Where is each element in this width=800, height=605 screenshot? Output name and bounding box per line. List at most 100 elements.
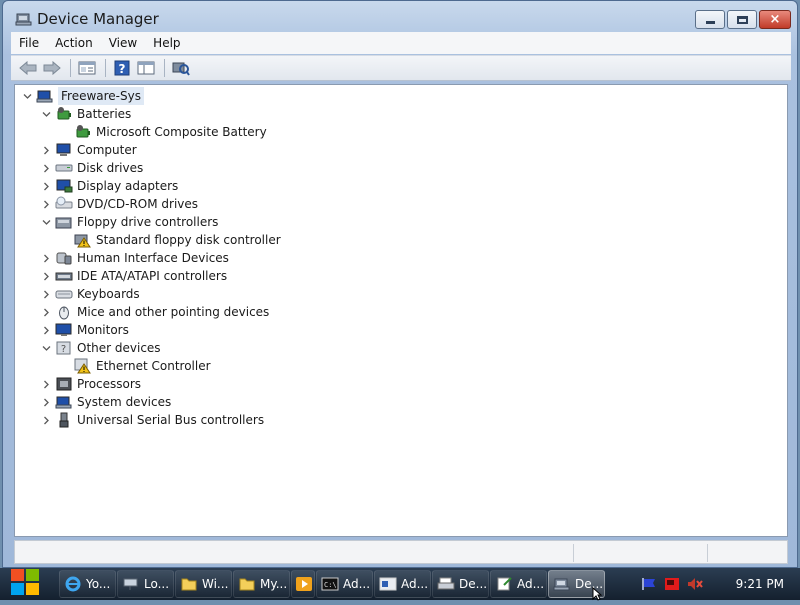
network-warning-icon[interactable]	[663, 576, 681, 592]
expand-chevron-icon[interactable]	[40, 393, 52, 411]
menu-file[interactable]: File	[11, 36, 47, 50]
menu-action[interactable]: Action	[47, 36, 101, 50]
volume-muted-icon[interactable]	[686, 576, 704, 592]
collapse-chevron-icon[interactable]	[40, 339, 52, 357]
expand-chevron-icon[interactable]	[40, 375, 52, 393]
help-icon[interactable]: ?	[111, 58, 133, 78]
taskbar-button[interactable]: My...	[233, 570, 290, 598]
floppy-controller-icon	[55, 214, 73, 230]
window-title: Device Manager	[37, 10, 159, 28]
start-button[interactable]	[0, 568, 50, 600]
taskbar-button[interactable]: Wi...	[175, 570, 232, 598]
collapse-chevron-icon[interactable]	[21, 87, 33, 105]
keyboard-icon	[55, 286, 73, 302]
taskbar: Yo... Lo... Wi... My... C:\ Ad... Ad... De... Ad…	[0, 568, 800, 600]
tree-item-label: Batteries	[77, 107, 132, 121]
toolbar-separator	[105, 59, 106, 77]
taskbar-button[interactable]: De...	[432, 570, 489, 598]
back-arrow-icon[interactable]	[17, 58, 39, 78]
tree-item-label: Monitors	[77, 323, 129, 337]
taskbar-button-label: Lo...	[144, 577, 170, 591]
media-player-icon	[295, 576, 313, 592]
disk-drive-icon	[55, 160, 73, 176]
tree-item-label: DVD/CD-ROM drives	[77, 197, 199, 211]
unknown-device-warning-icon	[74, 358, 92, 374]
taskbar-button[interactable]: C:\ Ad...	[316, 570, 373, 598]
expand-chevron-icon[interactable]	[40, 249, 52, 267]
tree-root[interactable]: Freeware-Sys	[21, 87, 144, 105]
expand-chevron-icon[interactable]	[40, 411, 52, 429]
expand-chevron-icon[interactable]	[40, 303, 52, 321]
tree-category[interactable]: Batteries	[40, 105, 131, 123]
tree-category[interactable]: Universal Serial Bus controllers	[40, 411, 264, 429]
taskbar-button[interactable]	[291, 570, 315, 598]
collapse-chevron-icon[interactable]	[40, 213, 52, 231]
taskbar-button[interactable]: Lo...	[117, 570, 174, 598]
status-pane	[707, 544, 708, 562]
tree-item-label: System devices	[77, 395, 172, 409]
flag-icon[interactable]	[640, 576, 658, 592]
expand-chevron-icon[interactable]	[40, 177, 52, 195]
tree-device[interactable]: Standard floppy disk controller	[59, 231, 281, 249]
menu-help[interactable]: Help	[145, 36, 188, 50]
forward-arrow-icon[interactable]	[41, 58, 63, 78]
tree-category[interactable]: Mice and other pointing devices	[40, 303, 269, 321]
mouse-icon	[55, 304, 73, 320]
minimize-button[interactable]	[695, 10, 725, 29]
tree-category[interactable]: DVD/CD-ROM drives	[40, 195, 198, 213]
expand-chevron-icon[interactable]	[40, 321, 52, 339]
device-manager-icon	[553, 576, 571, 592]
windows-logo-icon	[10, 568, 40, 600]
expand-chevron-icon[interactable]	[40, 141, 52, 159]
hid-icon	[55, 250, 73, 266]
taskbar-button-label: Yo...	[86, 577, 111, 591]
tree-device[interactable]: Microsoft Composite Battery	[59, 123, 267, 141]
tree-device[interactable]: Ethernet Controller	[59, 357, 211, 375]
status-pane	[573, 544, 574, 562]
taskbar-button-label: De...	[459, 577, 488, 591]
expand-chevron-icon[interactable]	[40, 267, 52, 285]
tree-category[interactable]: IDE ATA/ATAPI controllers	[40, 267, 227, 285]
tree-item-label: Display adapters	[77, 179, 179, 193]
expand-chevron-icon[interactable]	[40, 159, 52, 177]
title-bar[interactable]: Device Manager ×	[3, 1, 797, 35]
expand-chevron-icon[interactable]	[40, 285, 52, 303]
scan-hardware-icon[interactable]	[170, 58, 192, 78]
tree-category[interactable]: Computer	[40, 141, 137, 159]
other-devices-icon: ?	[55, 340, 73, 356]
close-button[interactable]: ×	[759, 10, 791, 29]
processor-icon	[55, 376, 73, 392]
taskbar-button-label: Wi...	[202, 577, 229, 591]
tree-category[interactable]: Display adapters	[40, 177, 178, 195]
tree-category[interactable]: ? Other devices	[40, 339, 161, 357]
notepad-icon	[495, 576, 513, 592]
tree-category[interactable]: Floppy drive controllers	[40, 213, 218, 231]
tree-category[interactable]: Disk drives	[40, 159, 143, 177]
properties-icon[interactable]	[76, 58, 98, 78]
menu-view[interactable]: View	[101, 36, 145, 50]
taskbar-clock[interactable]: 9:21 PM	[736, 577, 784, 591]
menu-bar: File Action View Help	[11, 32, 791, 54]
status-bar	[14, 540, 788, 564]
device-manager-window: Device Manager × File Action View Help ?	[2, 0, 798, 568]
collapse-chevron-icon[interactable]	[40, 105, 52, 123]
folder-icon	[238, 576, 256, 592]
taskbar-button[interactable]: Ad...	[374, 570, 431, 598]
tree-category[interactable]: System devices	[40, 393, 171, 411]
view-icon[interactable]	[135, 58, 157, 78]
taskbar-button-label: Ad...	[343, 577, 371, 591]
tree-category[interactable]: Processors	[40, 375, 141, 393]
usb-icon	[55, 412, 73, 428]
battery-icon	[55, 106, 73, 122]
tree-item-label: Keyboards	[77, 287, 140, 301]
expand-chevron-icon[interactable]	[40, 195, 52, 213]
tree-item-label: Computer	[77, 143, 137, 157]
tree-category[interactable]: Human Interface Devices	[40, 249, 229, 267]
taskbar-button[interactable]: Ad...	[490, 570, 547, 598]
tree-category[interactable]: Keyboards	[40, 285, 140, 303]
tree-item-label: Universal Serial Bus controllers	[77, 413, 265, 427]
taskbar-button[interactable]: Yo...	[59, 570, 116, 598]
device-tree-panel[interactable]: Freeware-Sys Batteries Microsoft Composite…	[14, 84, 788, 537]
tree-category[interactable]: Monitors	[40, 321, 129, 339]
maximize-button[interactable]	[727, 10, 757, 29]
